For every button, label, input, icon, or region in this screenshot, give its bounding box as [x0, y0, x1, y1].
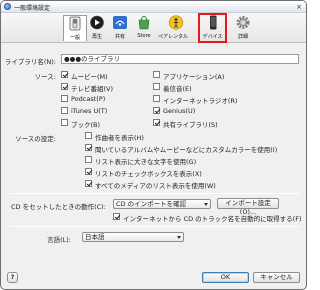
movies-label: ムービー(M)	[71, 73, 108, 81]
applications-label: アプリケーション(A)	[163, 73, 225, 81]
tab-general[interactable]: 一般	[63, 15, 87, 41]
gear-icon	[235, 15, 251, 30]
ringtones-label: 着信音(E)	[163, 85, 192, 93]
close-icon[interactable]: ×	[295, 3, 303, 11]
ringtones-checkbox[interactable]	[153, 83, 160, 90]
tab-label: Store	[137, 33, 151, 39]
cd-insert-action-value: CD のインポートを確認	[116, 200, 187, 208]
all-media-list-view-checkbox[interactable]	[85, 180, 92, 187]
switch-icon	[67, 16, 83, 31]
sources-label: ソース:	[34, 73, 56, 81]
tab-devices[interactable]: デバイス	[198, 13, 227, 43]
shared-libraries-checkbox[interactable]	[153, 119, 160, 126]
play-icon	[89, 15, 105, 30]
tab-advanced[interactable]: 詳細	[231, 15, 255, 41]
custom-colors-label: 聞いているアルバムやムービーなどにカスタムカラーを使用(I)	[95, 146, 278, 154]
divider	[9, 193, 299, 194]
cancel-button[interactable]: キャンセル	[253, 272, 300, 283]
large-text-label: リスト表示に大きな文字を使用(G)	[95, 158, 197, 166]
import-settings-button[interactable]: インポート設定(O)...	[217, 198, 279, 216]
tab-label: 再生	[91, 34, 102, 40]
all-media-list-view-label: すべてのメディアのリスト表示を使用(W)	[95, 182, 216, 190]
help-button[interactable]: ?	[7, 272, 18, 283]
podcast-label: Podcast(P)	[71, 95, 106, 103]
tab-label: 詳細	[237, 34, 248, 40]
general-preferences-window: 一般環境設定 × 一般 再生 共有 Store ペアレンタル デバイス 詳細 ラ…	[0, 0, 307, 290]
library-name-input[interactable]: ●●●のライブラリ	[61, 54, 299, 64]
shared-libraries-label: 共有ライブラリ(S)	[163, 121, 218, 129]
movies-checkbox[interactable]	[61, 71, 68, 78]
parental-icon	[168, 15, 184, 30]
podcast-checkbox[interactable]	[61, 95, 68, 102]
preferences-toolbar: 一般 再生 共有 Store ペアレンタル デバイス 詳細	[1, 13, 306, 43]
auto-retrieve-track-names-checkbox[interactable]	[113, 213, 120, 220]
title-bar[interactable]: 一般環境設定 ×	[1, 1, 306, 13]
language-select[interactable]: 日本語	[82, 232, 184, 242]
internet-radio-label: インターネットラジオ(R)	[163, 97, 238, 105]
itunes-u-checkbox[interactable]	[61, 107, 68, 114]
tab-playback[interactable]: 再生	[85, 15, 109, 41]
tab-label: 共有	[114, 34, 125, 40]
tab-label: デバイス	[202, 34, 223, 40]
tab-label: ペアレンタル	[158, 34, 189, 40]
chevron-down-icon	[177, 236, 181, 239]
itunes-app-icon	[4, 3, 11, 10]
list-view-label: ソースの設定:	[15, 135, 56, 143]
language-value: 日本語	[85, 233, 105, 241]
books-label: ブック(B)	[71, 121, 101, 129]
large-text-checkbox[interactable]	[85, 156, 92, 163]
device-icon	[205, 15, 221, 30]
tv-shows-checkbox[interactable]	[61, 83, 68, 90]
genius-label: Genius(U)	[163, 107, 196, 115]
chevron-down-icon	[204, 203, 208, 206]
list-checkboxes-checkbox[interactable]	[85, 168, 92, 175]
tv-shows-label: テレビ番組(V)	[71, 85, 114, 93]
internet-radio-checkbox[interactable]	[153, 95, 160, 102]
window-title: 一般環境設定	[14, 5, 51, 12]
cd-insert-action-select[interactable]: CD のインポートを確認	[113, 199, 211, 209]
itunes-u-label: iTunes U(T)	[71, 107, 108, 115]
show-composer-label: 作曲者を表示(H)	[95, 134, 144, 142]
divider	[9, 226, 299, 227]
tab-label: 一般	[69, 35, 80, 41]
tab-store[interactable]: Store	[132, 15, 156, 41]
store-bag-icon	[136, 15, 152, 30]
tab-sharing[interactable]: 共有	[108, 15, 132, 41]
library-name-label: ライブラリ名(N):	[4, 58, 56, 66]
auto-retrieve-track-names-label: インターネットから CD のトラック名を自動的に取得する(F)	[123, 215, 302, 223]
custom-colors-checkbox[interactable]	[85, 144, 92, 151]
tab-parental[interactable]: ペアレンタル	[158, 15, 188, 41]
sharing-icon	[112, 15, 128, 30]
books-checkbox[interactable]	[61, 119, 68, 126]
ok-button[interactable]: OK	[202, 272, 249, 283]
cd-insert-label: CD をセットしたときの動作(C):	[11, 203, 106, 211]
genius-checkbox[interactable]	[153, 107, 160, 114]
show-composer-checkbox[interactable]	[85, 132, 92, 139]
language-label: 言語(L):	[47, 236, 71, 244]
list-checkboxes-label: リストのチェックボックスを表示(X)	[95, 170, 202, 178]
applications-checkbox[interactable]	[153, 71, 160, 78]
